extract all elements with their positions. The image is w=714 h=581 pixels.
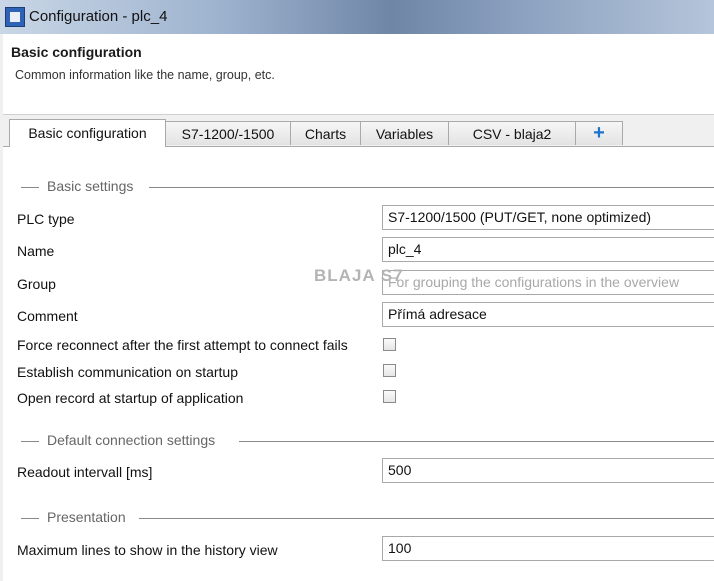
section-presentation-label: Presentation [47, 509, 126, 525]
section-presentation: Presentation [21, 509, 714, 529]
add-tab-button[interactable]: + [575, 121, 623, 145]
open-record-label: Open record at startup of application [17, 390, 244, 406]
tab-basic-configuration[interactable]: Basic configuration [9, 119, 166, 147]
section-default-connection: Default connection settings [21, 432, 714, 452]
configuration-window: Basic configuration Common information l… [3, 34, 714, 581]
name-label: Name [17, 243, 55, 259]
tab-bar: Basic configuration S7-1200/-1500 Charts… [3, 119, 714, 147]
comm-startup-checkbox[interactable] [383, 364, 396, 377]
plus-icon: + [593, 122, 605, 144]
force-reconnect-label: Force reconnect after the first attempt … [17, 337, 348, 353]
page-subtitle: Common information like the name, group,… [15, 68, 275, 82]
app-window-icon [5, 7, 25, 27]
tab-variables[interactable]: Variables [360, 121, 449, 145]
open-record-checkbox[interactable] [383, 390, 396, 403]
comm-startup-label: Establish communication on startup [17, 364, 238, 380]
max-lines-input[interactable]: 100 [382, 536, 714, 561]
max-lines-label: Maximum lines to show in the history vie… [17, 542, 278, 558]
section-basic-settings-label: Basic settings [47, 178, 134, 194]
name-input[interactable]: plc_4 [382, 237, 714, 262]
basic-configuration-panel: Basic settings PLC type S7-1200/1500 (PU… [3, 146, 714, 581]
tab-s7-1200-1500[interactable]: S7-1200/-1500 [165, 121, 291, 145]
page-title: Basic configuration [11, 44, 142, 60]
group-input[interactable]: For grouping the configurations in the o… [382, 270, 714, 295]
watermark: BLAJA S7 [314, 266, 404, 285]
readout-interval-label: Readout intervall [ms] [17, 464, 153, 480]
force-reconnect-checkbox[interactable] [383, 338, 396, 351]
section-default-connection-label: Default connection settings [47, 432, 216, 448]
window-titlebar: Configuration - plc_4 [0, 0, 714, 34]
section-basic-settings: Basic settings [21, 178, 714, 198]
plc-type-select[interactable]: S7-1200/1500 (PUT/GET, none optimized) [382, 205, 714, 230]
comment-label: Comment [17, 308, 78, 324]
readout-interval-input[interactable]: 500 [382, 458, 714, 483]
group-label: Group [17, 276, 56, 292]
window-title: Configuration - plc_4 [29, 8, 168, 25]
tab-csv-blaja2[interactable]: CSV - blaja2 [448, 121, 576, 145]
tab-charts[interactable]: Charts [290, 121, 361, 145]
plc-type-label: PLC type [17, 211, 75, 227]
page-header: Basic configuration Common information l… [3, 34, 714, 115]
comment-input[interactable]: Přímá adresace [382, 302, 714, 327]
